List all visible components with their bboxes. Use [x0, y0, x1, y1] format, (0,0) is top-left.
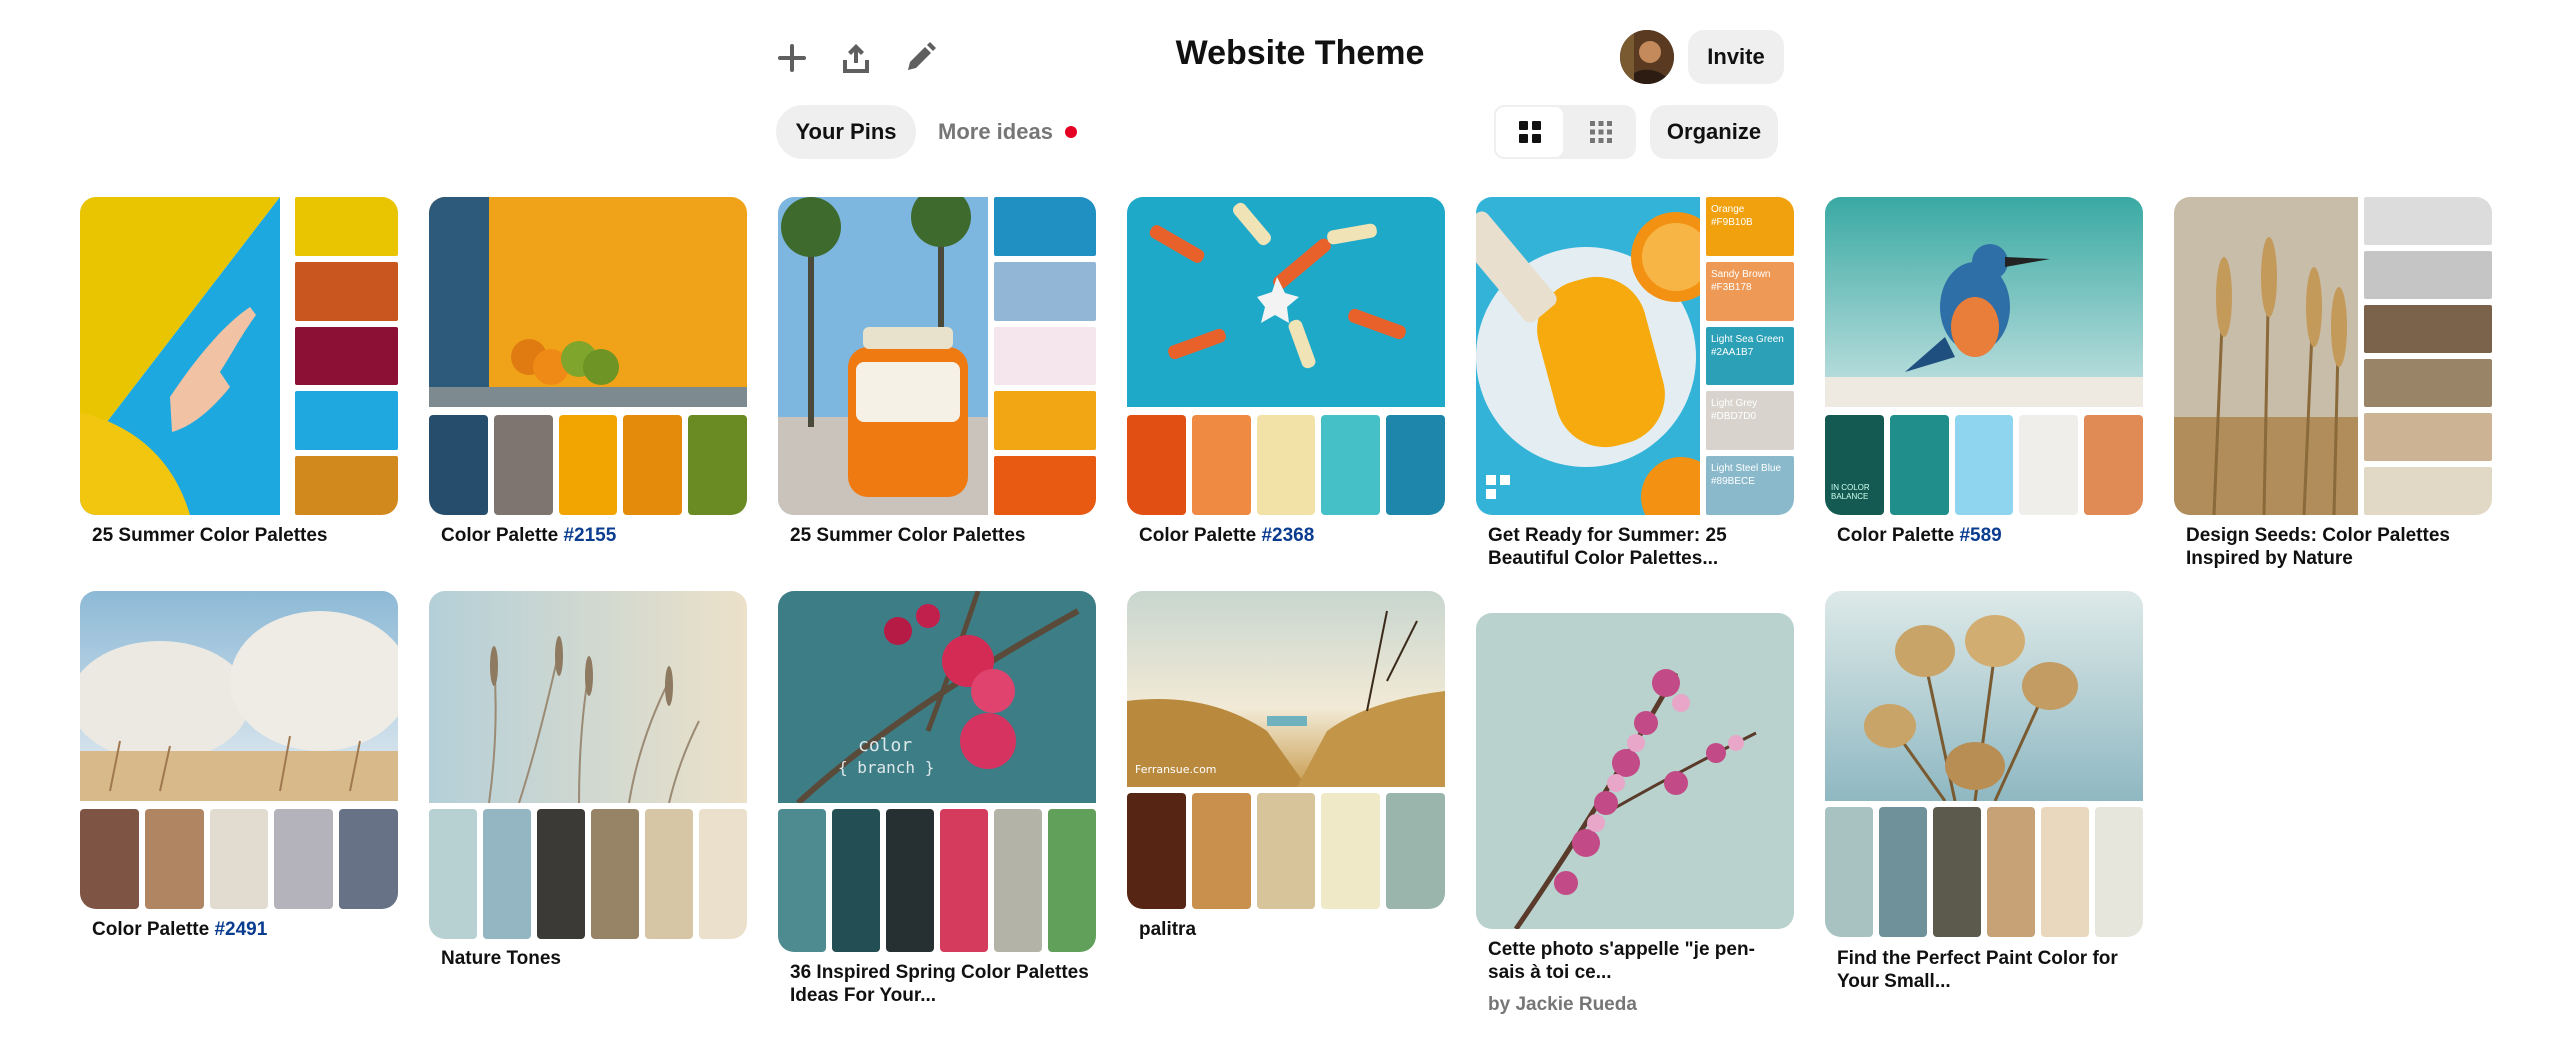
pin-title-text: Color Palette: [92, 919, 215, 940]
grid-large-icon: [1518, 121, 1541, 143]
tab-more-ideas[interactable]: More ideas: [938, 105, 1077, 159]
pin-title-text: Design Seeds: Color Palettes Inspired by…: [2186, 525, 2450, 569]
pin-title[interactable]: 25 Summer Color Palettes: [92, 524, 392, 547]
pin-title-text: 36 Inspired Spring Color Palettes Ideas …: [790, 962, 1089, 1006]
color-swatches: [429, 415, 747, 515]
pin-card[interactable]: Cette photo s'appelle "je pen-sais à toi…: [1476, 613, 1794, 1023]
pin-card[interactable]: Design Seeds: Color Palettes Inspired by…: [2174, 197, 2492, 577]
color-swatches: [778, 809, 1096, 952]
invite-button[interactable]: Invite: [1688, 30, 1784, 84]
pin-title-text: 25 Summer Color Palettes: [790, 525, 1026, 546]
color-swatches: [295, 197, 398, 515]
add-pin-button[interactable]: [770, 36, 814, 80]
pin-image[interactable]: [1127, 197, 1445, 515]
pin-title[interactable]: palitra: [1139, 918, 1439, 941]
pin-title[interactable]: Find the Perfect Paint Color for Your Sm…: [1837, 947, 2137, 993]
pin-number-link[interactable]: #2491: [214, 919, 267, 940]
pin-card[interactable]: Color Palette #2155: [429, 197, 747, 557]
pin-title-text: Get Ready for Summer: 25 Beautiful Color…: [1488, 525, 1727, 569]
pin-card[interactable]: Color Palette #2368: [1127, 197, 1445, 557]
pin-card[interactable]: Color Palette #2491: [80, 591, 398, 951]
color-swatches: [429, 809, 747, 939]
pin-number-link[interactable]: #2368: [1261, 525, 1314, 546]
pin-title[interactable]: Design Seeds: Color Palettes Inspired by…: [2186, 524, 2486, 570]
pin-card[interactable]: in color balance Color Palette #589: [1825, 197, 2143, 557]
overlay-text: Ferransue.com: [1135, 763, 1217, 776]
pin-title-text: Color Palette: [1837, 525, 1960, 546]
pin-title-text: palitra: [1139, 919, 1197, 940]
pin-image[interactable]: [1476, 613, 1794, 929]
share-button[interactable]: [834, 36, 878, 80]
pin-title-text: 25 Summer Color Palettes: [92, 525, 328, 546]
default-view-button[interactable]: [1494, 105, 1565, 159]
compact-view-button[interactable]: [1565, 105, 1636, 159]
color-swatches: [994, 197, 1096, 515]
pin-card[interactable]: Find the Perfect Paint Color for Your Sm…: [1825, 591, 2143, 993]
color-swatches: [2364, 197, 2492, 515]
color-swatches: Orange #F9B10B Sandy Brown #F3B178 Light S…: [1706, 197, 1794, 515]
pin-title-text: Color Palette: [1139, 525, 1262, 546]
pin-title-text: Find the Perfect Paint Color for Your Sm…: [1837, 948, 2118, 992]
pin-title[interactable]: Cette photo s'appelle "je pen-sais à toi…: [1488, 938, 1788, 984]
pin-title[interactable]: 25 Summer Color Palettes: [790, 524, 1090, 547]
overlay-text: { branch }: [838, 758, 934, 777]
edit-board-button[interactable]: [898, 36, 942, 80]
color-swatches: [1127, 793, 1445, 909]
color-swatches: [1825, 807, 2143, 937]
pin-image[interactable]: Orange #F9B10B Sandy Brown #F3B178 Light S…: [1476, 197, 1794, 515]
pin-card[interactable]: Ferransue.com palitra: [1127, 591, 1445, 951]
pin-title[interactable]: Color Palette #589: [1837, 524, 2137, 547]
pin-number-link[interactable]: #2155: [563, 525, 616, 546]
pin-number-link[interactable]: #589: [1959, 525, 2001, 546]
collaborator-avatar[interactable]: [1620, 30, 1674, 84]
pin-image[interactable]: [80, 591, 398, 909]
pin-title[interactable]: Color Palette #2491: [92, 918, 392, 941]
pin-image[interactable]: [429, 197, 747, 515]
pin-byline[interactable]: by Jackie Rueda: [1488, 994, 1637, 1016]
board-header: Website Theme Invite Your Pins More idea…: [0, 0, 2558, 180]
pin-title-text: Color Palette: [441, 525, 564, 546]
pin-image[interactable]: in color balance: [1825, 197, 2143, 515]
pin-card[interactable]: 25 Summer Color Palettes: [80, 197, 398, 557]
pin-title[interactable]: Get Ready for Summer: 25 Beautiful Color…: [1488, 524, 1788, 570]
pin-image[interactable]: Ferransue.com: [1127, 591, 1445, 909]
notification-dot: [1064, 126, 1077, 138]
view-toggle: [1494, 105, 1636, 159]
pin-card[interactable]: 25 Summer Color Palettes: [778, 197, 1096, 557]
overlay-text: color: [858, 735, 912, 756]
tab-more-ideas-label: More ideas: [938, 119, 1053, 144]
pin-title-text: Nature Tones: [441, 948, 562, 969]
organize-button[interactable]: Organize: [1650, 105, 1778, 159]
grid-small-icon: [1589, 121, 1612, 143]
pin-image[interactable]: [778, 197, 1096, 515]
color-swatches: in color balance: [1825, 415, 2143, 515]
pin-image[interactable]: [1825, 591, 2143, 937]
color-swatches: [1127, 415, 1445, 515]
pin-title[interactable]: Color Palette #2368: [1139, 524, 1439, 547]
pin-card[interactable]: color { branch } 36 Inspired Spring Colo…: [778, 591, 1096, 1011]
pin-image[interactable]: color { branch }: [778, 591, 1096, 952]
pin-image[interactable]: [80, 197, 398, 515]
color-swatches: [80, 809, 398, 909]
pin-title[interactable]: Color Palette #2155: [441, 524, 741, 547]
pencil-icon: [908, 42, 936, 70]
board-title: Website Theme: [1175, 34, 1425, 72]
pin-image[interactable]: [2174, 197, 2492, 515]
pin-card[interactable]: Orange #F9B10B Sandy Brown #F3B178 Light S…: [1476, 197, 1794, 577]
upload-icon: [843, 44, 869, 73]
pin-title[interactable]: 36 Inspired Spring Color Palettes Ideas …: [790, 961, 1090, 1007]
pin-card[interactable]: Nature Tones: [429, 591, 747, 981]
plus-icon: [778, 44, 806, 72]
pin-title-text: Cette photo s'appelle "je pen-sais à toi…: [1488, 939, 1755, 983]
pin-title[interactable]: Nature Tones: [441, 947, 741, 970]
pin-image[interactable]: [429, 591, 747, 939]
tab-your-pins[interactable]: Your Pins: [776, 105, 916, 159]
